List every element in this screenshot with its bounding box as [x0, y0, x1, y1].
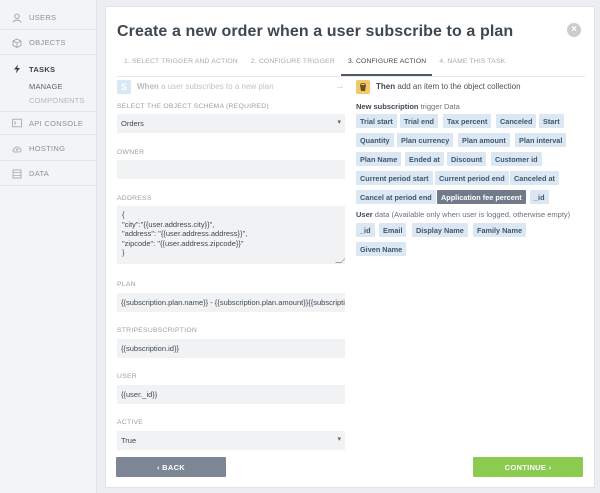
tag-display-name[interactable]: Display Name	[412, 223, 468, 237]
address-label: ADDRESS	[117, 195, 152, 202]
owner-label: OWNER	[117, 149, 145, 156]
stripe-icon: S	[117, 80, 131, 94]
sidebar-item-users[interactable]: USERS	[0, 6, 96, 30]
plan-label: PLAN	[117, 281, 136, 288]
sidebar-item-label: HOSTING	[29, 144, 66, 153]
schema-select[interactable]: Orders	[117, 114, 345, 133]
sidebar-item-label: TASKS	[29, 64, 56, 74]
tag-user-id[interactable]: _id	[356, 223, 375, 237]
when-rest: a user subscribes to a new plan	[158, 82, 274, 91]
sidebar-item-data[interactable]: DATA	[0, 162, 96, 186]
step-configure-trigger[interactable]: 2. CONFIGURE TRIGGER	[244, 53, 341, 76]
when-trigger-text: When a user subscribes to a new plan	[137, 82, 274, 91]
sidebar-item-hosting[interactable]: HOSTING	[0, 137, 96, 161]
back-button[interactable]: ‹ BACK	[116, 457, 226, 477]
tag-plan-amount[interactable]: Plan amount	[458, 133, 510, 147]
terminal-icon	[12, 118, 22, 128]
tag-customer-id[interactable]: Customer id	[491, 152, 542, 166]
address-value: { "city":"{{user.address.city}}", "addre…	[122, 210, 248, 257]
schema-label: SELECT THE OBJECT SCHEMA (REQUIRED)	[117, 103, 269, 110]
tag-plan-currency[interactable]: Plan currency	[397, 133, 454, 147]
stripesubscription-label: STRIPESUBSCRIPTION	[117, 327, 198, 334]
tag-application-fee-percent[interactable]: Application fee percent	[437, 190, 526, 204]
then-rest: add an item to the object collection	[395, 82, 521, 91]
modal-title: Create a new order when a user subscribe…	[117, 23, 514, 40]
step-name-task[interactable]: 4. NAME THIS TASK	[432, 53, 511, 76]
user-label: USER	[117, 373, 137, 380]
then-action-text: Then add an item to the object collectio…	[376, 82, 521, 91]
tag-given-name[interactable]: Given Name	[356, 242, 407, 256]
lightning-icon	[12, 64, 22, 74]
create-task-modal: Create a new order when a user subscribe…	[105, 6, 595, 488]
bucket-icon	[356, 80, 370, 94]
address-textarea[interactable]: { "city":"{{user.address.city}}", "addre…	[117, 206, 345, 264]
tag-ended-at[interactable]: Ended at	[405, 152, 444, 166]
sidebar-item-api-console[interactable]: API CONSOLE	[0, 111, 96, 135]
sidebar-item-label: OBJECTS	[29, 38, 66, 47]
sidebar-subitem-components[interactable]: COMPONENTS	[29, 96, 85, 105]
tag-family-name[interactable]: Family Name	[473, 223, 527, 237]
step-select-trigger[interactable]: 1. SELECT TRIGGER AND ACTION	[117, 53, 244, 76]
step-configure-action[interactable]: 3. CONFIGURE ACTION	[340, 53, 433, 76]
close-icon[interactable]: ×	[567, 23, 581, 37]
user-rest: data (Available only when user is logged…	[372, 210, 571, 219]
tag-tax-percent[interactable]: Tax percent	[443, 114, 492, 128]
resize-handle-icon[interactable]	[335, 257, 345, 263]
owner-input[interactable]	[117, 160, 345, 179]
tag-current-period-end[interactable]: Current period end	[435, 171, 509, 185]
when-bold: When	[137, 82, 159, 91]
wizard-steps: 1. SELECT TRIGGER AND ACTION 2. CONFIGUR…	[117, 53, 585, 77]
user-input[interactable]: {{user._id}}	[117, 385, 345, 404]
tag-canceled[interactable]: Canceled	[496, 114, 537, 128]
tag-cancel-at-period-end[interactable]: Cancel at period end	[356, 190, 436, 204]
active-select[interactable]: True	[117, 431, 345, 450]
active-label: ACTIVE	[117, 419, 144, 426]
continue-button[interactable]: CONTINUE ›	[473, 457, 583, 477]
user-data-title: User data (Available only when user is l…	[356, 210, 570, 219]
tag-email[interactable]: Email	[379, 223, 407, 237]
sidebar-item-label: DATA	[29, 169, 50, 178]
database-icon	[12, 169, 22, 179]
sidebar-item-label: API CONSOLE	[29, 118, 84, 128]
arrow-right-icon: →	[335, 81, 344, 91]
sidebar: USERS OBJECTS TASKS MANAGE COMPONENTS AP…	[0, 0, 97, 493]
subscription-bold: New subscription	[356, 102, 419, 111]
sidebar-subitem-manage[interactable]: MANAGE	[29, 82, 63, 91]
user-bold: User	[356, 210, 373, 219]
user-icon	[12, 13, 22, 23]
tag-canceled-at[interactable]: Canceled at	[510, 171, 559, 185]
tag-start[interactable]: Start	[539, 114, 564, 128]
then-bold: Then	[376, 82, 396, 91]
sidebar-item-label: USERS	[29, 13, 57, 22]
tag-plan-interval[interactable]: Plan interval	[515, 133, 567, 147]
tag-discount[interactable]: Discount	[447, 152, 487, 166]
cube-icon	[12, 38, 22, 48]
sidebar-item-tasks[interactable]: TASKS	[0, 57, 96, 81]
subscription-data-title: New subscription trigger Data	[356, 102, 460, 111]
cloud-upload-icon	[12, 144, 22, 154]
tag-id[interactable]: _id	[530, 190, 549, 204]
tag-plan-name[interactable]: Plan Name	[356, 152, 402, 166]
sidebar-item-objects[interactable]: OBJECTS	[0, 31, 96, 55]
plan-input[interactable]: {{subscription.plan.name}} - {{subscript…	[117, 293, 345, 312]
tag-trial-start[interactable]: Trial start	[356, 114, 397, 128]
stripesubscription-input[interactable]: {{subscription.id}}	[117, 339, 345, 358]
tag-current-period-start[interactable]: Current period start	[356, 171, 433, 185]
subscription-rest: trigger Data	[418, 102, 460, 111]
tag-trial-end[interactable]: Trial end	[400, 114, 439, 128]
tag-quantity[interactable]: Quantity	[356, 133, 394, 147]
